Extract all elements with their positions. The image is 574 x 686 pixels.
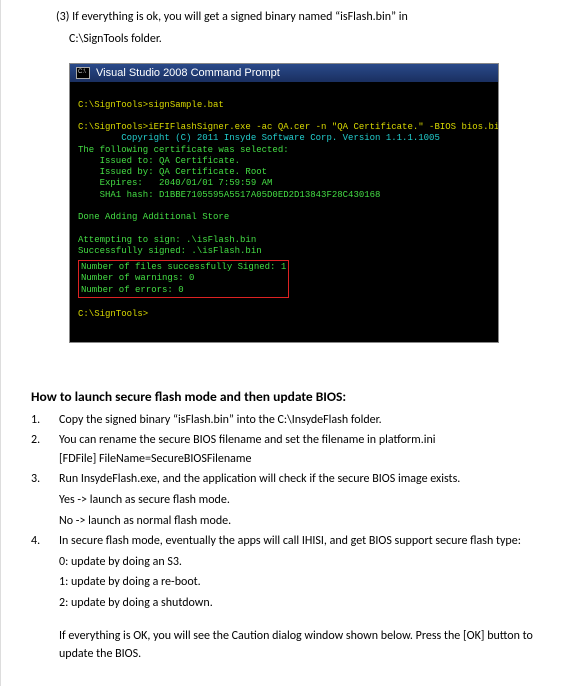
terminal-screenshot: Visual Studio 2008 Command Prompt C:\Sig… bbox=[69, 63, 499, 342]
how-heading: How to launch secure flash mode and then… bbox=[31, 388, 544, 405]
steps-list: Copy the signed binary “isFlash.bin” int… bbox=[31, 411, 544, 489]
step-1-text: Copy the signed binary “isFlash.bin” int… bbox=[59, 413, 382, 427]
step-4: In secure flash mode, eventually the app… bbox=[31, 532, 544, 551]
intro-line-1: (3) If everything is ok, you will get a … bbox=[31, 8, 544, 27]
term-result-box: Number of files successfully Signed: 1Nu… bbox=[78, 260, 289, 298]
cmd-icon bbox=[76, 67, 90, 79]
step-3-text: Run InsydeFlash.exe, and the application… bbox=[59, 472, 460, 486]
step-2: You can rename the secure BIOS filename … bbox=[31, 431, 544, 468]
document-page: (3) If everything is ok, you will get a … bbox=[0, 0, 574, 686]
term-copy: Copyright (C) 2011 Insyde Software Corp.… bbox=[78, 133, 440, 143]
step-2-text: You can rename the secure BIOS filename … bbox=[59, 433, 436, 447]
term-att: Attempting to sign: .\isFlash.bin bbox=[78, 235, 256, 245]
step-4a: 0: update by doing an S3. bbox=[31, 553, 544, 572]
step-1: Copy the signed binary “isFlash.bin” int… bbox=[31, 411, 544, 430]
step-3: Run InsydeFlash.exe, and the application… bbox=[31, 470, 544, 489]
term-suc: Successfully signed: .\isFlash.bin bbox=[78, 246, 262, 256]
term-box2: Number of warnings: 0 bbox=[81, 273, 286, 284]
term-cert4: SHA1 hash: D1BBE7105595A5517A05D0ED2D138… bbox=[78, 190, 380, 200]
tail-paragraph: If everything is OK, you will see the Ca… bbox=[31, 627, 544, 664]
intro-line-2: C:\SignTools folder. bbox=[31, 30, 544, 49]
term-prompt1: C:\SignTools>signSample.bat bbox=[78, 100, 224, 110]
term-box1: Number of files successfully Signed: 1 bbox=[81, 262, 286, 273]
terminal-title: Visual Studio 2008 Command Prompt bbox=[96, 67, 280, 79]
step-4c: 2: update by doing a shutdown. bbox=[31, 594, 544, 613]
term-prompt2: C:\SignTools> bbox=[78, 309, 148, 319]
term-box3: Number of errors: 0 bbox=[81, 285, 286, 296]
terminal-titlebar: Visual Studio 2008 Command Prompt bbox=[70, 64, 498, 82]
step-2a: [FDFile] FileName=SecureBIOSFilename bbox=[59, 450, 544, 469]
terminal-body: C:\SignTools>signSample.bat C:\SignTools… bbox=[70, 82, 498, 341]
term-cert2: Issued by: QA Certificate. Root bbox=[78, 167, 267, 177]
step-4-text: In secure flash mode, eventually the app… bbox=[59, 534, 521, 548]
term-cmd: C:\SignTools>iEFIFlashSigner.exe -ac QA.… bbox=[78, 122, 498, 132]
term-certh: The following certificate was selected: bbox=[78, 145, 289, 155]
term-cert3: Expires: 2040/01/01 7:59:59 AM bbox=[78, 178, 272, 188]
term-cert1: Issued to: QA Certificate. bbox=[78, 156, 240, 166]
term-done: Done Adding Additional Store bbox=[78, 212, 229, 222]
step-3a: Yes -> launch as secure flash mode. bbox=[31, 491, 544, 510]
step-3b: No -> launch as normal flash mode. bbox=[31, 512, 544, 531]
steps-list-cont: In secure flash mode, eventually the app… bbox=[31, 532, 544, 551]
step-4b: 1: update by doing a re-boot. bbox=[31, 573, 544, 592]
